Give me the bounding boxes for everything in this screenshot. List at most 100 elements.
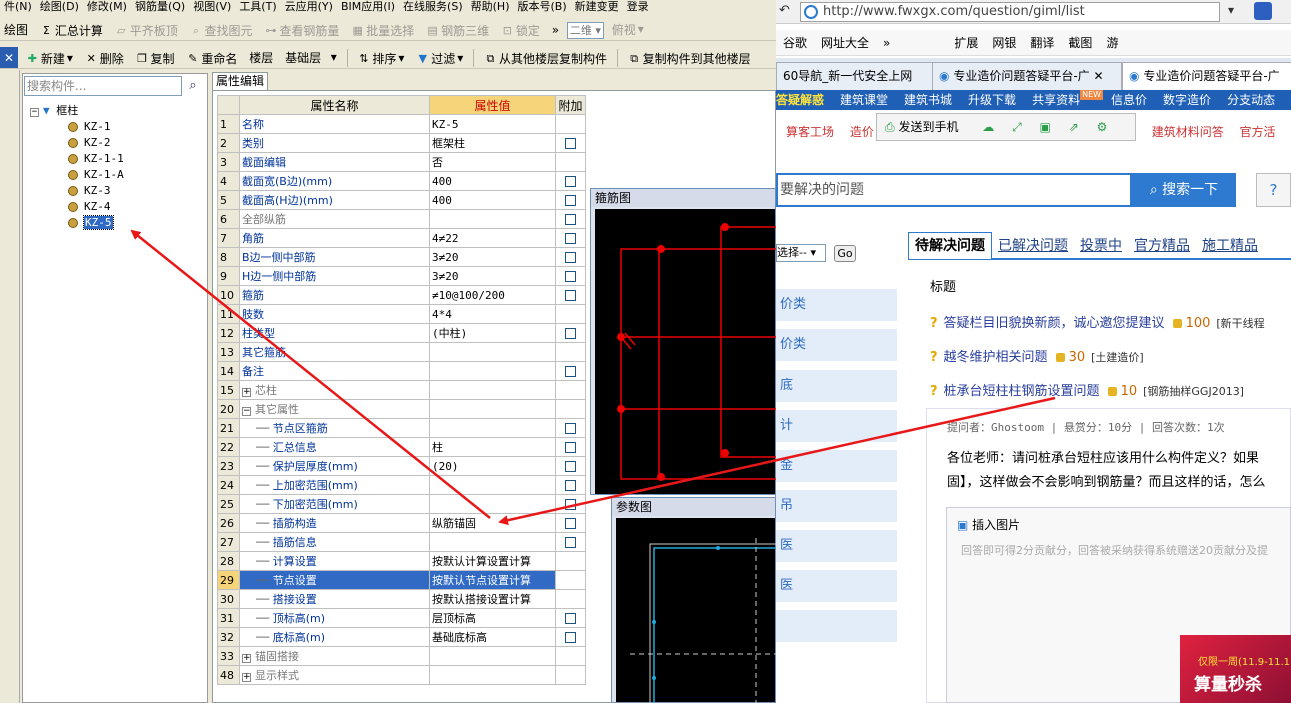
menu-item[interactable]: BIM应用(I) (337, 0, 399, 14)
summary-calc-button[interactable]: Σ 汇总计算 (36, 19, 107, 40)
extra-checkbox[interactable] (565, 442, 576, 453)
question-list-item[interactable]: ? 越冬维护相关问题 30 [土建造价] (930, 348, 1144, 368)
nav1-item[interactable]: 共享资料 (1024, 90, 1088, 110)
insert-image-button[interactable]: ▣ 插入图片 (957, 516, 1020, 533)
nav2-item[interactable]: 造价 (844, 120, 880, 144)
lock-button[interactable]: ⊡ 锁定 (497, 19, 544, 40)
extra-checkbox[interactable] (565, 271, 576, 282)
property-value-cell[interactable] (429, 209, 556, 229)
property-value-cell[interactable] (429, 380, 556, 400)
share-icon[interactable]: ⇗ (1069, 120, 1079, 134)
property-row[interactable]: 30 ── 搭接设置 按默认搭接设置计算 (217, 589, 586, 609)
nav1-item[interactable]: 建筑书城 (896, 90, 960, 110)
search-icon[interactable]: ⌕ (182, 76, 204, 96)
extra-checkbox[interactable] (565, 499, 576, 510)
expand-icon[interactable]: ⤢ (1012, 120, 1022, 134)
property-value-cell[interactable]: 否 (429, 152, 556, 172)
nav1-item[interactable]: 数字造价 (1155, 90, 1219, 110)
property-value-cell[interactable]: (20) (429, 456, 556, 476)
back-icon[interactable]: ↶ (779, 3, 790, 18)
question-search-input[interactable]: 要解决的问题 (776, 173, 1132, 207)
extra-checkbox[interactable] (565, 328, 576, 339)
property-row[interactable]: 21 ── 节点区箍筋 (217, 418, 586, 438)
property-row[interactable]: 28 ── 计算设置 按默认计算设置计算 (217, 551, 586, 571)
property-row[interactable]: 26 ── 插筋构造 纵筋锚固 (217, 513, 586, 533)
promo-banner[interactable]: 仅限一周(11.9-11.1 算量秒杀 (1180, 635, 1291, 703)
extra-checkbox[interactable] (565, 366, 576, 377)
paw-icon[interactable] (1254, 2, 1272, 20)
property-value-cell[interactable]: ≠10@100/200 (429, 285, 556, 305)
tab-question-3[interactable]: 官方精品 (1128, 233, 1196, 259)
property-row[interactable]: 33 + 锚固搭接 (217, 646, 586, 666)
side-category-item[interactable]: 计 (776, 410, 897, 442)
property-row[interactable]: 27 ── 插筋信息 (217, 532, 586, 552)
property-value-cell[interactable] (429, 665, 556, 685)
nav2-item[interactable]: 官方活 (1234, 120, 1282, 144)
menu-item[interactable]: 工具(T) (235, 0, 280, 14)
nav1-item[interactable]: 建筑课堂 (832, 90, 896, 110)
tree-item-kz-3[interactable]: KZ-3 (30, 183, 124, 199)
extra-checkbox[interactable] (565, 195, 576, 206)
draw-button[interactable]: 绘图 (0, 18, 32, 40)
property-value-cell[interactable] (429, 418, 556, 438)
menu-item[interactable]: 版本号(B) (513, 0, 570, 14)
parameter-diagram-window[interactable]: 参数图 (611, 497, 776, 703)
property-value-cell[interactable]: 400 (429, 171, 556, 191)
side-category-item[interactable]: 价类 (776, 289, 897, 321)
bookmark-item[interactable]: 游 (1099, 30, 1125, 55)
property-row[interactable]: 1 名称 KZ-5 (217, 114, 586, 134)
property-row[interactable]: 2 类别 框架柱 (217, 133, 586, 153)
menu-item[interactable]: 视图(V) (189, 0, 235, 14)
extra-checkbox[interactable] (565, 461, 576, 472)
bookmark-item[interactable]: 截图 (1061, 30, 1099, 55)
menu-item[interactable]: 钢筋量(Q) (131, 0, 189, 14)
extra-checkbox[interactable] (565, 632, 576, 643)
nav2-item[interactable]: 算客工场 (780, 120, 840, 144)
property-row[interactable]: 6 全部纵筋 (217, 209, 586, 229)
question-title[interactable]: 越冬维护相关问题 (944, 350, 1048, 365)
bookmark-item[interactable]: 网址大全 (814, 30, 876, 55)
rename-button[interactable]: ✎ 重命名 (182, 47, 241, 68)
property-row[interactable]: 12 柱类型 (中柱) (217, 323, 586, 343)
copy-button[interactable]: ❐ 复制 (132, 47, 179, 68)
side-category-item[interactable]: 医 (776, 570, 897, 602)
property-row[interactable]: 29 ── 节点设置 按默认节点设置计算 (217, 570, 586, 590)
extra-checkbox[interactable] (565, 176, 576, 187)
expand-icon[interactable]: + (242, 673, 251, 682)
find-element-button[interactable]: ⌕ 查找图元 (186, 19, 257, 40)
property-row[interactable]: 5 截面高(H边)(mm) 400 (217, 190, 586, 210)
menu-item[interactable]: 云应用(Y) (281, 0, 337, 14)
property-value-cell[interactable]: 400 (429, 190, 556, 210)
property-row[interactable]: 32 ── 底标高(m) 基础底标高 (217, 627, 586, 647)
property-row[interactable]: 20− 其它属性 (217, 399, 586, 419)
save-icon[interactable]: ▣ (1040, 120, 1051, 134)
question-title[interactable]: 答疑栏目旧貌换新颜，诚心邀您提建议 (944, 316, 1165, 331)
tab-question-0[interactable]: 待解决问题 (908, 232, 992, 259)
tab-property-edit[interactable]: 属性编辑 (212, 72, 268, 90)
stirrup-diagram-window[interactable]: 箍筋图 (590, 188, 776, 495)
property-value-cell[interactable] (429, 399, 556, 419)
tree-root[interactable]: − ▼ 框柱 (30, 103, 124, 119)
property-row[interactable]: 23 ── 保护层厚度(mm) (20) (217, 456, 586, 476)
view-rebar-button[interactable]: ⊶ 查看钢筋量 (260, 19, 343, 40)
property-row[interactable]: 13 其它箍筋 (217, 342, 586, 362)
sort-button[interactable]: ⇅ 排序 ▾ (353, 47, 408, 68)
tab-question-2[interactable]: 投票中 (1074, 233, 1128, 259)
category-select[interactable]: 选择-- ▾ (776, 244, 826, 262)
tree-item-kz-1[interactable]: KZ-1 (30, 119, 124, 135)
nav1-item[interactable]: 升级下载 (960, 90, 1024, 110)
toolbar-overflow-button[interactable]: » (548, 19, 563, 41)
close-x-button[interactable]: ✕ (0, 46, 18, 68)
top-view-button[interactable]: 俯视 ▾ (608, 18, 648, 40)
extra-checkbox[interactable] (565, 290, 576, 301)
extra-checkbox[interactable] (565, 252, 576, 263)
bookmark-item[interactable]: 网银 (985, 30, 1023, 55)
property-row[interactable]: 31 ── 顶标高(m) 层顶标高 (217, 608, 586, 628)
extra-checkbox[interactable] (565, 518, 576, 529)
tree-item-kz-5[interactable]: KZ-5 (30, 215, 124, 231)
question-title[interactable]: 桩承台短柱柱钢筋设置问题 (944, 384, 1100, 399)
property-value-cell[interactable]: KZ-5 (429, 114, 556, 134)
property-value-cell[interactable]: 基础底标高 (429, 627, 556, 647)
menu-item[interactable]: 登录 (623, 0, 653, 14)
property-row[interactable]: 22 ── 汇总信息柱 (217, 437, 586, 457)
